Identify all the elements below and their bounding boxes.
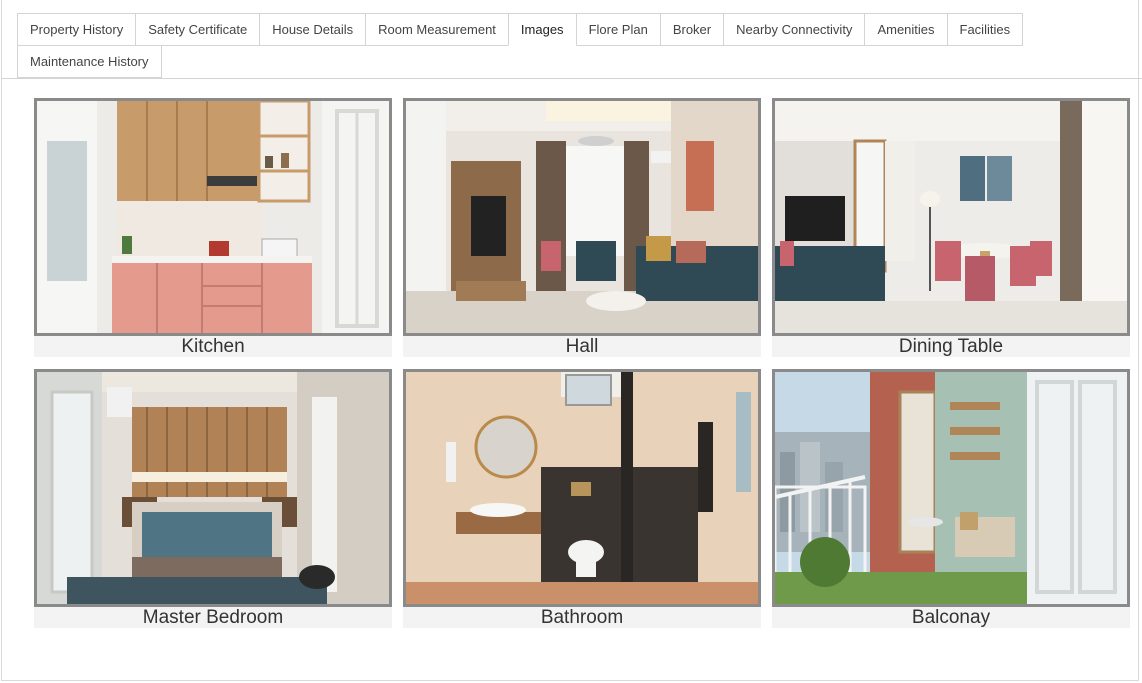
tab-property-history[interactable]: Property History xyxy=(17,13,137,46)
tab-divider xyxy=(1,78,1142,79)
tab-facilities[interactable]: Facilities xyxy=(946,13,1024,46)
image-caption: Balconay xyxy=(772,607,1130,628)
dining-table-photo[interactable] xyxy=(772,98,1130,336)
tab-room-measurement[interactable]: Room Measurement xyxy=(365,13,509,46)
image-gallery: Kitchen Hall Dining Table Master Bedroom… xyxy=(34,98,1130,628)
gallery-card-dining-table[interactable]: Dining Table xyxy=(772,98,1130,357)
gallery-card-kitchen[interactable]: Kitchen xyxy=(34,98,392,357)
tab-nearby-connectivity[interactable]: Nearby Connectivity xyxy=(723,13,866,46)
tab-house-details[interactable]: House Details xyxy=(259,13,367,46)
image-caption: Hall xyxy=(403,336,761,357)
tab-images[interactable]: Images xyxy=(507,13,577,46)
tab-flore-plan[interactable]: Flore Plan xyxy=(575,13,661,46)
gallery-card-master-bedroom[interactable]: Master Bedroom xyxy=(34,369,392,628)
bathroom-photo[interactable] xyxy=(403,369,761,607)
tab-bar: Property History Safety Certificate Hous… xyxy=(17,13,1127,78)
kitchen-photo[interactable] xyxy=(34,98,392,336)
image-caption: Dining Table xyxy=(772,336,1130,357)
tab-broker[interactable]: Broker xyxy=(659,13,725,46)
hall-photo[interactable] xyxy=(403,98,761,336)
gallery-card-bathroom[interactable]: Bathroom xyxy=(403,369,761,628)
image-caption: Master Bedroom xyxy=(34,607,392,628)
tab-maintenance-history[interactable]: Maintenance History xyxy=(17,45,162,78)
master-bedroom-photo[interactable] xyxy=(34,369,392,607)
gallery-card-balcony[interactable]: Balconay xyxy=(772,369,1130,628)
gallery-card-hall[interactable]: Hall xyxy=(403,98,761,357)
image-caption: Bathroom xyxy=(403,607,761,628)
image-caption: Kitchen xyxy=(34,336,392,357)
tab-safety-certificate[interactable]: Safety Certificate xyxy=(135,13,261,46)
balcony-photo[interactable] xyxy=(772,369,1130,607)
tab-amenities[interactable]: Amenities xyxy=(864,13,948,46)
